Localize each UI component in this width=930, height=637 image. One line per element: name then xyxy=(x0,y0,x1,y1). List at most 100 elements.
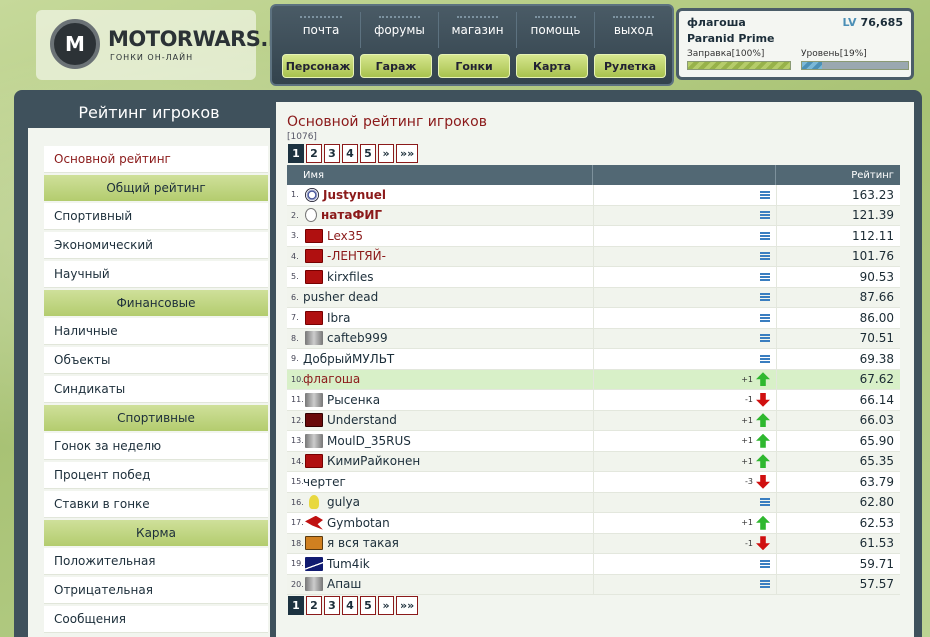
player-name-link[interactable]: pusher dead xyxy=(303,290,378,304)
sidebar-item[interactable]: Спортивный xyxy=(44,203,268,230)
sidebar-item[interactable]: Отрицательная xyxy=(44,577,268,604)
logo-subtitle: ГОНКИ ОН-ЛАЙН xyxy=(110,53,194,62)
arrow-up-icon xyxy=(756,454,770,469)
game-nav-button[interactable]: Рулетка xyxy=(594,54,666,78)
sidebar-section-header: Спортивные xyxy=(44,405,268,431)
page-link[interactable]: 3 xyxy=(324,144,340,163)
player-name-link[interactable]: Рысенка xyxy=(327,393,380,407)
stats-icon[interactable] xyxy=(760,211,770,220)
page-link[interactable]: »» xyxy=(396,144,419,163)
player-cell: 4. -ЛЕНТЯЙ- xyxy=(287,247,593,267)
game-nav-button[interactable]: Гонки xyxy=(438,54,510,78)
sidebar-item[interactable]: Объекты xyxy=(44,347,268,374)
page-link[interactable]: 4 xyxy=(342,596,358,615)
player-name-link[interactable]: Ibra xyxy=(327,311,350,325)
sidebar-item[interactable]: Основной рейтинг xyxy=(44,146,268,173)
page-link[interactable]: » xyxy=(378,596,394,615)
rating-value: 63.79 xyxy=(776,472,900,492)
page-link[interactable]: »» xyxy=(396,596,419,615)
top-nav-item[interactable]: помощь xyxy=(516,12,594,48)
stats-icon[interactable] xyxy=(760,190,770,199)
player-name-link[interactable]: gulya xyxy=(327,495,360,509)
player-name-link[interactable]: Tum4ik xyxy=(327,557,370,571)
top-nav-item[interactable]: почта xyxy=(282,12,360,48)
rank-number: 6. xyxy=(291,292,299,302)
sidebar-item[interactable]: Ставки в гонке xyxy=(44,491,268,518)
player-cell: 14. КимиРайконен xyxy=(287,452,593,472)
sidebar-item[interactable]: Сообщения xyxy=(44,606,268,633)
player-name-link[interactable]: флагоша xyxy=(303,372,360,386)
column-trend xyxy=(593,165,776,185)
player-name-link[interactable]: чертег xyxy=(303,475,346,489)
page-link[interactable]: 4 xyxy=(342,144,358,163)
player-avatar-icon xyxy=(305,454,323,469)
rating-value: 87.66 xyxy=(776,287,900,307)
player-name-link[interactable]: я вся такая xyxy=(327,536,399,550)
top-nav-item[interactable]: выход xyxy=(594,12,672,48)
page-link[interactable]: 1 xyxy=(288,596,304,615)
page-link[interactable]: 2 xyxy=(306,596,322,615)
page-link[interactable]: 5 xyxy=(360,144,376,163)
player-name-link[interactable]: ДобрыйМУЛЬТ xyxy=(303,352,394,366)
player-name-link[interactable]: Gymbotan xyxy=(327,516,390,530)
player-name-link[interactable]: -ЛЕНТЯЙ- xyxy=(327,249,386,263)
player-name-link[interactable]: cafteb999 xyxy=(327,331,388,345)
page-link[interactable]: 2 xyxy=(306,144,322,163)
sidebar-item[interactable]: Процент побед xyxy=(44,462,268,489)
stats-icon[interactable] xyxy=(760,272,770,281)
top-nav-item[interactable]: магазин xyxy=(438,12,516,48)
sidebar-item[interactable]: Гонок за неделю xyxy=(44,433,268,460)
stats-icon[interactable] xyxy=(760,293,770,302)
sidebar-item[interactable]: Наличные xyxy=(44,318,268,345)
player-name-link[interactable]: КимиРайконен xyxy=(327,454,420,468)
logo[interactable]: M MOTORWARS.RU ГОНКИ ОН-ЛАЙН xyxy=(36,10,301,80)
sidebar-item[interactable]: Положительная xyxy=(44,548,268,575)
player-name-link[interactable]: натаФИГ xyxy=(321,208,382,222)
sidebar-item[interactable]: Синдикаты xyxy=(44,376,268,403)
game-nav: Персонаж Гараж Гонки Карта Рулетка xyxy=(282,54,666,78)
stats-icon[interactable] xyxy=(760,559,770,568)
stats-icon[interactable] xyxy=(760,231,770,240)
player-count: [1076] xyxy=(287,132,317,142)
column-name[interactable]: Имя xyxy=(287,165,593,185)
rating-value: 67.62 xyxy=(776,369,900,389)
player-name-link[interactable]: Justynuel xyxy=(323,188,386,202)
stats-icon[interactable] xyxy=(760,252,770,261)
sidebar-item[interactable]: Экономический xyxy=(44,232,268,259)
top-nav-item[interactable]: форумы xyxy=(360,12,438,48)
game-nav-button[interactable]: Гараж xyxy=(360,54,432,78)
stats-icon[interactable] xyxy=(760,334,770,343)
level-label: LV xyxy=(842,16,857,29)
trend-cell xyxy=(593,349,776,369)
stats-icon[interactable] xyxy=(760,313,770,322)
page-link[interactable]: 1 xyxy=(288,144,304,163)
game-nav-button[interactable]: Карта xyxy=(516,54,588,78)
trend-cell xyxy=(593,246,776,266)
column-rating[interactable]: Рейтинг xyxy=(776,165,900,185)
trend-cell xyxy=(593,492,776,512)
sidebar-item[interactable]: Научный xyxy=(44,261,268,288)
logo-emblem-icon: M xyxy=(50,19,100,69)
rank-number: 16. xyxy=(291,497,304,507)
page-link[interactable]: » xyxy=(378,144,394,163)
rating-value: 65.35 xyxy=(776,451,900,471)
user-name[interactable]: флагоша xyxy=(687,16,746,29)
page-link[interactable]: 3 xyxy=(324,596,340,615)
stats-icon[interactable] xyxy=(760,498,770,507)
player-name-link[interactable]: MoulD_35RUS xyxy=(327,434,411,448)
stats-icon[interactable] xyxy=(760,354,770,363)
player-name-link[interactable]: Lex35 xyxy=(327,229,363,243)
user-panel: флагоша LV 76,685 Paranid Prime Заправка[… xyxy=(676,8,914,80)
trend-cell xyxy=(593,226,776,246)
stats-icon[interactable] xyxy=(760,580,770,589)
player-name-link[interactable]: kirxfiles xyxy=(327,270,374,284)
rating-value: 101.76 xyxy=(776,246,900,266)
rating-value: 121.39 xyxy=(776,205,900,225)
rank-change: -3 xyxy=(745,477,753,487)
rating-table: Имя Рейтинг 1. Justynuel 163.23 2. натаФИГ 12… xyxy=(287,165,900,595)
game-nav-button[interactable]: Персонаж xyxy=(282,54,354,78)
page-link[interactable]: 5 xyxy=(360,596,376,615)
player-name-link[interactable]: Апаш xyxy=(327,577,361,591)
player-name-link[interactable]: Understand xyxy=(327,413,397,427)
trend-cell xyxy=(593,287,776,307)
